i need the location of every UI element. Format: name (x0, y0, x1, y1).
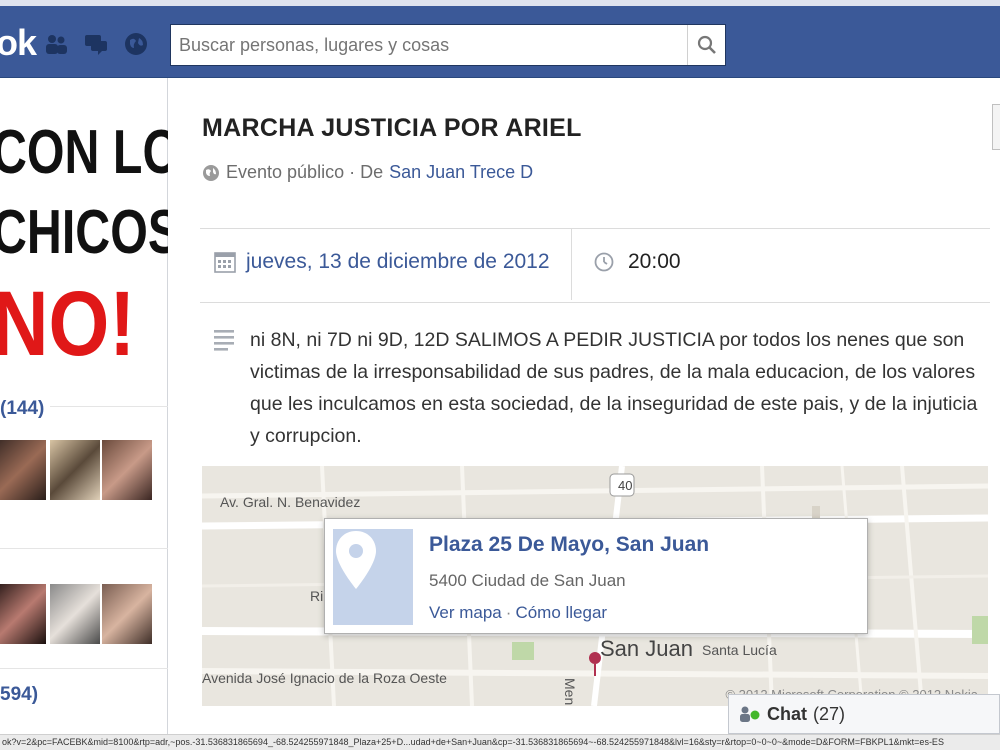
event-title: MARCHA JUSTICIA POR ARIEL (202, 114, 582, 142)
divider (50, 406, 168, 407)
friends-icon[interactable] (44, 32, 68, 56)
event-location-map[interactable]: 40 Av. Gral. N. Benavidez Ri San Juan Sa… (202, 466, 988, 706)
event-main-panel: MARCHA JUSTICIA POR ARIEL Evento público… (170, 78, 1000, 718)
globe-icon[interactable] (124, 32, 148, 56)
browser-edge (0, 0, 1000, 6)
event-date-link[interactable]: jueves, 13 de diciembre de 2012 (246, 250, 550, 274)
directions-link[interactable]: Cómo llegar (515, 603, 607, 622)
map-city-label: Santa Lucía (702, 642, 777, 658)
map-pin-icon (333, 529, 413, 625)
calendar-icon (214, 252, 236, 273)
attending-count[interactable]: (144) (0, 398, 44, 420)
top-navigation-bar: ok (0, 0, 1000, 78)
facebook-event-page: ok CON LOS CHICOS NO! (144) (0, 0, 1000, 750)
chat-friends-icon (740, 706, 760, 722)
attendee-avatar[interactable] (0, 584, 46, 644)
separator-dot: · (505, 603, 512, 622)
location-links: Ver mapa · Cómo llegar (429, 603, 607, 623)
divider (0, 548, 168, 549)
event-cover-image[interactable]: CON LOS CHICOS NO! (0, 98, 168, 448)
poster-line-2: CHICOS (0, 198, 168, 267)
divider (571, 228, 572, 300)
event-privacy-text: Evento público · De (226, 162, 384, 182)
attendee-avatar[interactable] (102, 440, 152, 500)
location-popup: Plaza 25 De Mayo, San Juan 5400 Ciudad d… (324, 518, 868, 634)
location-name[interactable]: Plaza 25 De Mayo, San Juan (429, 533, 709, 557)
left-sidebar: CON LOS CHICOS NO! (144) 594) (0, 78, 168, 750)
map-city-label: San Juan (600, 636, 693, 661)
search-button[interactable] (687, 25, 725, 65)
map-street-label: Avenida José Ignacio de la Roza Oeste (202, 670, 447, 686)
divider (0, 668, 168, 669)
chat-online-count: (27) (813, 703, 846, 724)
browser-status-url: ok?v=2&pc=FACEBK&mid=8100&rtp=adr,~pos.-… (0, 734, 1000, 750)
divider (200, 302, 990, 303)
event-host-link[interactable]: San Juan Trece D (389, 162, 533, 183)
event-description: ni 8N, ni 7D ni 9D, 12D SALIMOS A PEDIR … (250, 329, 978, 447)
options-button[interactable] (992, 104, 1000, 150)
event-privacy-line: Evento público · De San Juan Trece D (202, 162, 533, 183)
attendee-avatar[interactable] (50, 584, 100, 644)
divider (200, 228, 990, 229)
location-address: 5400 Ciudad de San Juan (429, 571, 626, 590)
search-icon (697, 35, 716, 54)
search-bar (170, 24, 726, 66)
attendee-avatar[interactable] (0, 440, 46, 500)
poster-line-1: CON LOS (0, 118, 168, 187)
event-date-row: jueves, 13 de diciembre de 2012 (214, 250, 550, 274)
invited-count[interactable]: 594) (0, 684, 38, 706)
event-time: 20:00 (628, 250, 681, 273)
event-description-row: ni 8N, ni 7D ni 9D, 12D SALIMOS A PEDIR … (214, 324, 994, 452)
poster-line-3: NO! (0, 273, 136, 375)
clock-icon (594, 252, 614, 272)
map-street-label: Av. Gral. N. Benavidez (220, 494, 361, 510)
map-street-label: Ri (310, 588, 324, 604)
map-street-label: Men (562, 678, 578, 706)
search-input[interactable] (171, 25, 687, 65)
attendee-avatar[interactable] (50, 440, 100, 500)
view-map-link[interactable]: Ver mapa (429, 603, 502, 622)
facebook-logo[interactable]: ok (0, 22, 37, 64)
chat-label: Chat (767, 703, 807, 724)
chat-bar[interactable]: Chat (27) (728, 694, 1000, 734)
globe-icon (203, 164, 219, 181)
messages-icon[interactable] (84, 32, 108, 56)
event-time-row: 20:00 (594, 250, 681, 274)
description-icon (214, 330, 234, 351)
map-route-label: 40 (618, 478, 633, 493)
attendee-avatar[interactable] (102, 584, 152, 644)
